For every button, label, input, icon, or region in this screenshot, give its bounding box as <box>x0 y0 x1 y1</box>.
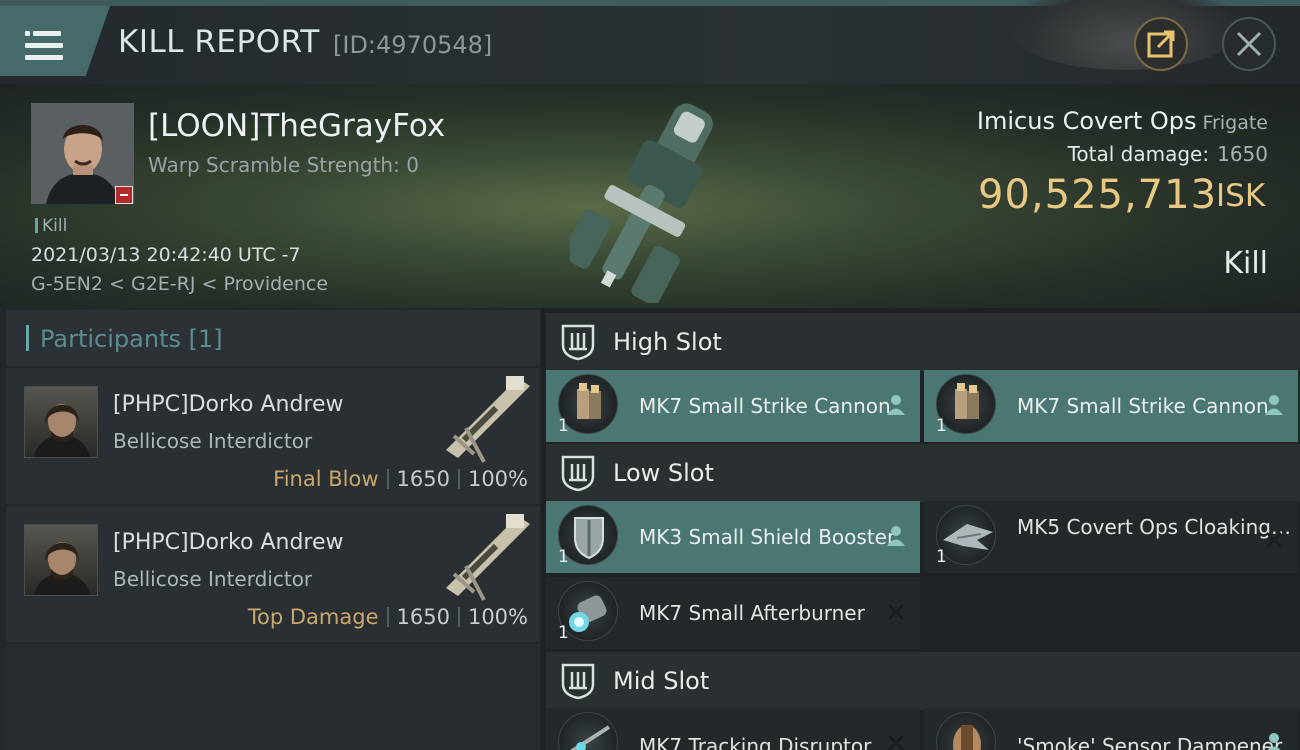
warp-scramble-strength: Warp Scramble Strength: 0 <box>148 153 419 177</box>
participant-row[interactable]: [PHPC]Dorko Andrew Bellicose Interdictor… <box>6 506 540 642</box>
module-quantity: 1 <box>936 547 947 567</box>
module-low-2[interactable]: 1 MK5 Covert Ops Cloaking… <box>924 501 1298 573</box>
header-planet-decoration <box>1005 0 1245 70</box>
loss-badge <box>115 186 133 204</box>
share-icon <box>1147 30 1175 58</box>
x-icon <box>888 735 904 750</box>
total-damage-value: 1650 <box>1217 142 1268 166</box>
module-name: MK5 Covert Ops Cloaking… <box>1017 515 1291 539</box>
x-icon <box>1266 532 1282 548</box>
participant-avatar[interactable] <box>24 386 98 458</box>
module-name: MK3 Small Shield Booster <box>639 525 896 549</box>
participant-name[interactable]: [PHPC]Dorko Andrew <box>113 530 344 555</box>
module-quantity: 1 <box>558 547 569 567</box>
slot-icon <box>561 455 595 492</box>
kill-type-label: Kill <box>42 216 68 236</box>
high-slot-label: High Slot <box>613 328 722 356</box>
result-label: Kill <box>1223 246 1268 281</box>
kill-datetime: 2021/03/13 20:42:40 UTC -7 <box>31 244 301 266</box>
final-blow-tag: Final Blow <box>273 467 379 491</box>
participant-ship: Bellicose Interdictor <box>113 429 313 453</box>
mid-slot-header: Mid Slot <box>546 652 1300 710</box>
person-icon <box>887 395 905 415</box>
tracking-disruptor-icon <box>558 712 618 750</box>
participants-header[interactable]: Participants [1] <box>6 310 540 366</box>
isk-unit: ISK <box>1216 178 1266 214</box>
page-title: KILL REPORT <box>118 24 320 60</box>
x-icon <box>888 604 904 620</box>
module-mid-1[interactable]: MK7 Tracking Disruptor <box>546 708 920 750</box>
close-button[interactable] <box>1222 17 1276 71</box>
participant-percent: 100% <box>467 467 528 491</box>
menu-button[interactable] <box>0 6 110 76</box>
total-damage-label: Total damage: <box>1067 142 1210 166</box>
module-low-1[interactable]: 1 MK3 Small Shield Booster <box>546 501 920 573</box>
sensor-dampener-icon <box>936 712 996 750</box>
participants-title: Participants [1] <box>40 325 223 353</box>
participants-empty-space <box>6 644 540 750</box>
module-low-3[interactable]: 1 MK7 Small Afterburner <box>546 577 920 649</box>
high-slot-header: High Slot <box>546 313 1300 371</box>
module-mid-2[interactable]: 'Smoke' Sensor Dampener <box>924 708 1298 750</box>
module-name: 'Smoke' Sensor Dampener <box>1017 734 1283 750</box>
participant-name[interactable]: [PHPC]Dorko Andrew <box>113 392 344 417</box>
module-quantity: 1 <box>936 416 947 436</box>
mid-slot-label: Mid Slot <box>613 667 710 695</box>
module-quantity: 1 <box>558 416 569 436</box>
participant-avatar[interactable] <box>24 524 98 596</box>
module-name: MK7 Tracking Disruptor <box>639 734 872 750</box>
ship-name-text: Imicus Covert Ops <box>976 107 1197 135</box>
participant-row[interactable]: [PHPC]Dorko Andrew Bellicose Interdictor… <box>6 368 540 504</box>
module-high-2[interactable]: 1 MK7 Small Strike Cannon <box>924 370 1298 442</box>
report-id: [ID:4970548] <box>333 31 493 59</box>
top-damage-tag: Top Damage <box>247 605 379 629</box>
participant-damage: 1650 <box>396 467 450 491</box>
participant-stats: Top Damage 1650 100% <box>248 605 528 629</box>
person-icon <box>887 526 905 546</box>
slot-icon <box>561 663 595 700</box>
victim-ship-name[interactable]: Imicus Covert Ops Frigate <box>977 107 1268 135</box>
total-damage: Total damage: 1650 <box>1068 142 1268 166</box>
low-slot-header: Low Slot <box>546 444 1300 502</box>
person-icon <box>1267 733 1281 750</box>
isk-value: 90,525,713 <box>978 172 1218 218</box>
victim-name[interactable]: [LOON]TheGrayFox <box>148 108 445 144</box>
module-high-1[interactable]: 1 MK7 Small Strike Cannon <box>546 370 920 442</box>
module-name: MK7 Small Afterburner <box>639 601 865 625</box>
participant-ship: Bellicose Interdictor <box>113 567 313 591</box>
participant-damage: 1650 <box>396 605 450 629</box>
kill-location: G-5EN2 < G2E-RJ < Providence <box>31 273 329 295</box>
menu-icon <box>25 31 63 61</box>
slot-icon <box>561 324 595 361</box>
participant-percent: 100% <box>467 605 528 629</box>
low-slot-label: Low Slot <box>613 459 714 487</box>
share-button[interactable] <box>1134 17 1188 71</box>
person-icon <box>1265 395 1283 415</box>
kill-type-tag: Kill <box>35 216 67 236</box>
participant-stats: Final Blow 1650 100% <box>273 467 528 491</box>
module-quantity: 1 <box>558 623 569 643</box>
module-name: MK7 Small Strike Cannon <box>1017 394 1269 418</box>
victim-ship-image <box>562 88 740 306</box>
header-bar: KILL REPORT [ID:4970548] <box>0 0 1300 84</box>
participant-ship-image <box>426 370 536 466</box>
participant-ship-image <box>426 508 536 604</box>
module-name: MK7 Small Strike Cannon <box>639 394 891 418</box>
close-icon <box>1236 31 1262 57</box>
ship-class: Frigate <box>1202 112 1268 134</box>
